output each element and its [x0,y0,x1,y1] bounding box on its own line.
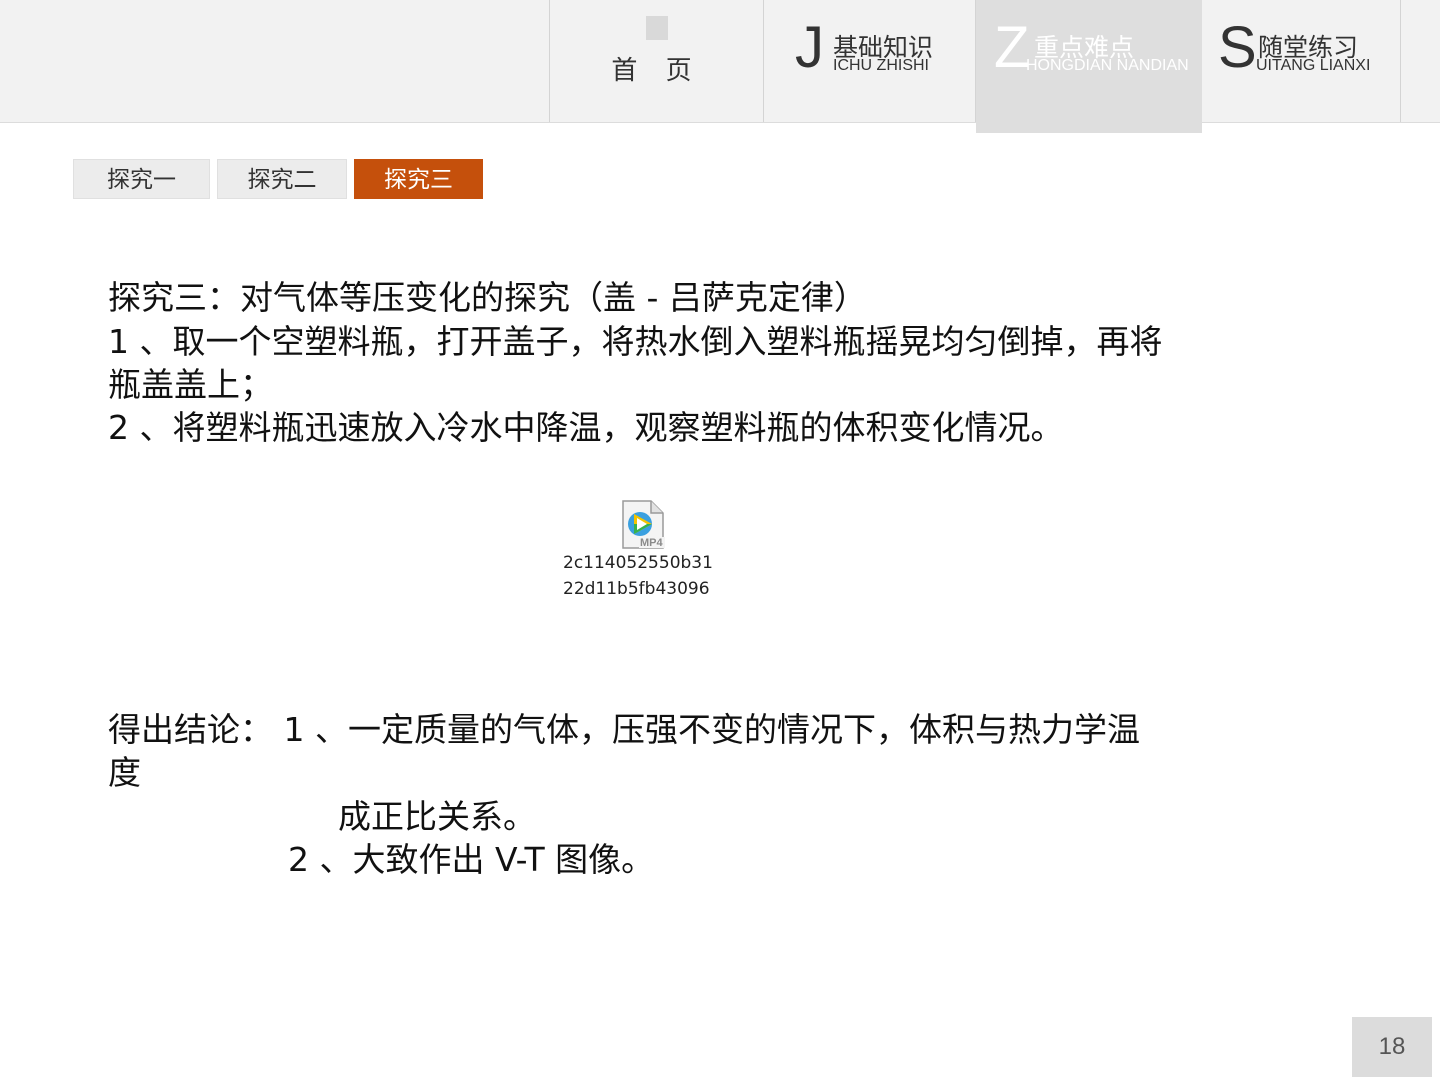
subtab-tanjiu-1[interactable]: 探究一 [73,159,210,199]
step-1-line-1: 1 、取一个空塑料瓶，打开盖子，将热水倒入塑料瓶摇晃均匀倒掉，再将 [108,322,1163,361]
home-label: 首 页 [611,56,702,86]
tab-letter: S [1218,15,1257,80]
conclusion-line-2: 度 [108,753,141,792]
video-filename: 2c114052550b31 22d11b5fb43096 [563,550,723,602]
tab-letter: Z [994,15,1030,80]
section-title: 探究三：对气体等压变化的探究（盖 - 吕萨克定律） [108,278,867,317]
tab-en-label: ICHU ZHISHI [833,57,929,74]
top-nav-bar: 首 页 J 基础知识 ICHU ZHISHI Z 重点难点 HONGDIAN N… [0,0,1440,133]
video-filename-line-2: 22d11b5fb43096 [563,579,710,599]
svg-text:MP4: MP4 [640,537,664,548]
page-number: 18 [1352,1017,1432,1077]
tab-en-label: HONGDIAN NANDIAN [1026,57,1189,74]
home-icon [646,16,668,40]
tab-letter: J [795,15,824,80]
embedded-video-file[interactable]: MP4 2c114052550b31 22d11b5fb43096 [563,498,723,608]
tab-jichu-zhishi[interactable]: J 基础知识 ICHU ZHISHI [763,0,976,122]
video-filename-line-1: 2c114052550b31 [563,553,713,573]
tab-zhongdian-nandian[interactable]: Z 重点难点 HONGDIAN NANDIAN [976,0,1202,133]
conclusion-line-4: 2 、大致作出 V-T 图像。 [288,840,655,879]
home-button[interactable]: 首 页 [549,0,764,122]
step-1-line-2: 瓶盖盖上； [108,365,273,404]
subtab-tanjiu-3[interactable]: 探究三 [354,159,483,199]
mp4-badge: MP4 [640,537,664,548]
conclusion-line-1: 得出结论： 1 、一定质量的气体，压强不变的情况下，体积与热力学温 [108,710,1140,749]
conclusion-line-3: 成正比关系。 [338,797,536,836]
nav-right-edge [1400,0,1440,122]
tab-suitang-lianxi[interactable]: S 随堂练习 UITANG LIANXI [1202,0,1400,122]
tab-en-label: UITANG LIANXI [1256,57,1371,74]
step-2: 2 、将塑料瓶迅速放入冷水中降温，观察塑料瓶的体积变化情况。 [108,408,1064,447]
subtab-tanjiu-2[interactable]: 探究二 [217,159,347,199]
